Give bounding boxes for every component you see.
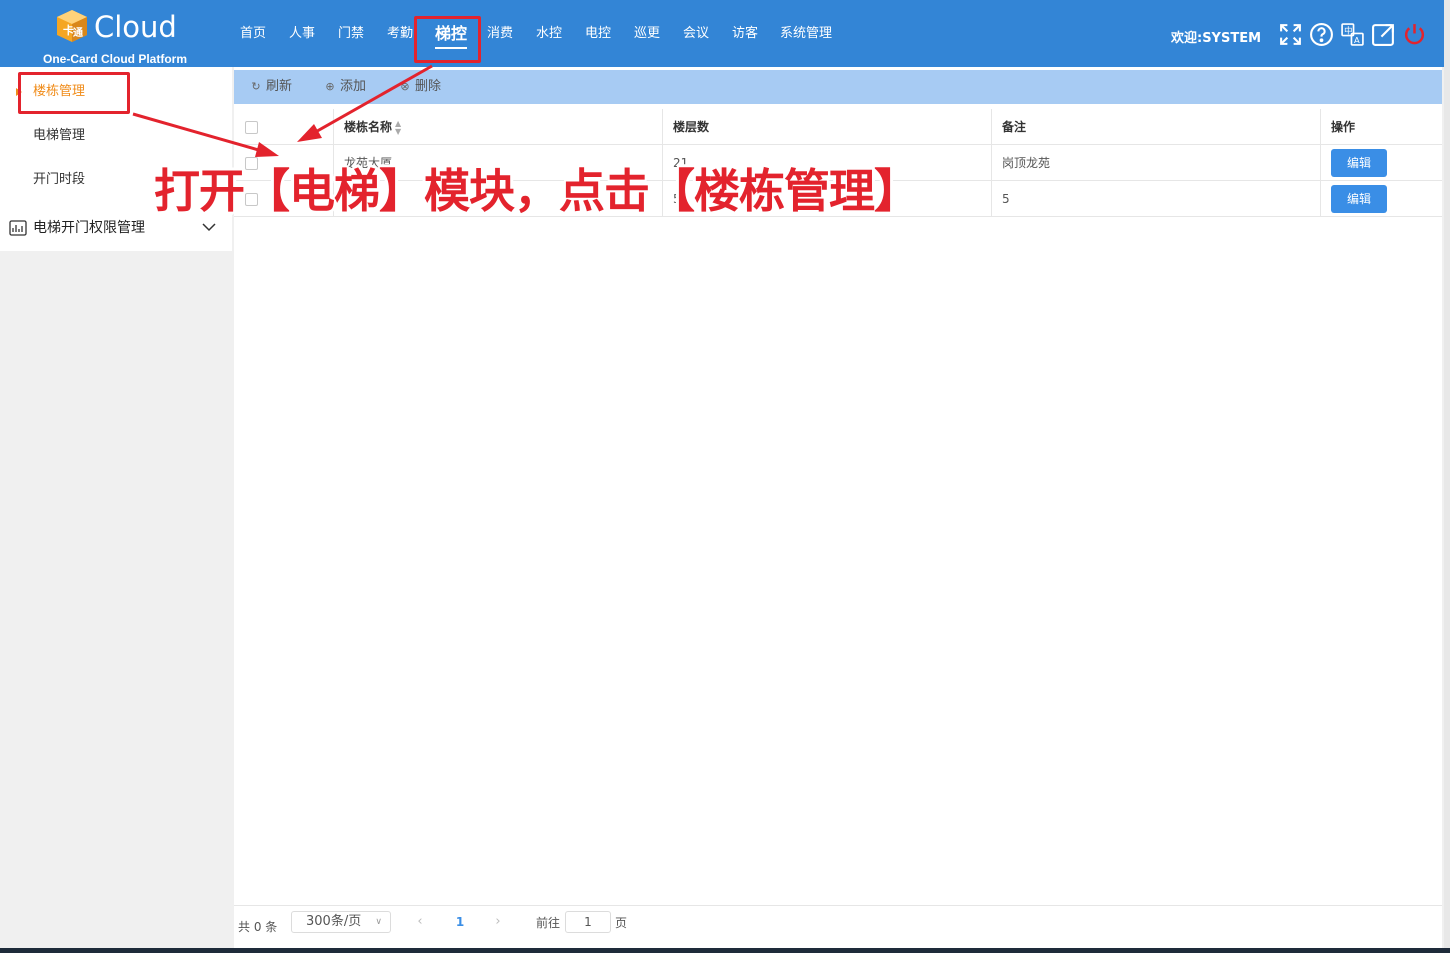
select-all-checkbox[interactable]	[245, 121, 258, 134]
nav-consumption[interactable]: 消费	[487, 16, 513, 56]
top-header: 卡 通 Cloud One-Card Cloud Platform 首页 人事 …	[0, 0, 1444, 67]
delete-label: 删除	[415, 79, 442, 94]
page-size-select[interactable]: 300条/页 ∨	[291, 911, 391, 933]
svg-text:通: 通	[73, 27, 83, 39]
page-number[interactable]: 1	[450, 911, 470, 933]
page-suffix: 页	[615, 916, 628, 930]
sidebar-group-label: 电梯开门权限管理	[33, 220, 145, 236]
translate-icon[interactable]: 中 A	[1340, 22, 1365, 47]
goto-page-input[interactable]	[565, 911, 611, 933]
svg-text:中: 中	[1344, 25, 1352, 35]
fullscreen-icon[interactable]	[1278, 22, 1303, 47]
delete-button[interactable]: ⊗ 删除	[399, 70, 441, 104]
refresh-label: 刷新	[266, 79, 293, 94]
pagination-total: 共 0 条	[238, 920, 278, 934]
table-header-row: 楼栋名称 ▲ ▼ 楼层数 备注 操作	[234, 109, 1442, 145]
sidebar-item-elevator-management[interactable]: 电梯管理	[0, 116, 232, 156]
toolbar: ↻ 刷新 ⊕ 添加 ⊗ 删除	[234, 70, 1442, 104]
edit-button[interactable]: 编辑	[1331, 185, 1387, 213]
next-page-button[interactable]: ›	[488, 911, 508, 933]
nav-visitor[interactable]: 访客	[732, 16, 758, 56]
sidebar-item-label: 电梯管理	[33, 128, 86, 143]
refresh-icon: ↻	[251, 80, 261, 93]
os-taskbar	[0, 948, 1450, 953]
page-size-value: 300条/页	[306, 914, 362, 929]
logo-text: Cloud	[94, 10, 177, 44]
prev-page-button[interactable]: ‹	[410, 911, 430, 933]
cell-remark: 岗顶龙苑	[992, 145, 1321, 181]
refresh-button[interactable]: ↻ 刷新	[250, 70, 292, 104]
nav-system-management[interactable]: 系统管理	[780, 16, 832, 56]
goto-label: 前往	[536, 916, 561, 930]
plus-circle-icon: ⊕	[325, 80, 335, 93]
delete-circle-icon: ⊗	[400, 80, 410, 93]
chart-icon	[9, 220, 27, 236]
column-header-action: 操作	[1331, 120, 1356, 134]
help-icon[interactable]	[1309, 22, 1334, 47]
column-header-building-name[interactable]: 楼栋名称 ▲ ▼	[334, 109, 663, 145]
nav-water-control[interactable]: 水控	[536, 16, 562, 56]
logo-icon: 卡 通	[57, 10, 87, 42]
nav-access-control[interactable]: 门禁	[338, 16, 364, 56]
power-icon[interactable]	[1402, 22, 1427, 47]
logo: 卡 通 Cloud One-Card Cloud Platform	[40, 6, 195, 66]
nav-patrol[interactable]: 巡更	[634, 16, 660, 56]
column-header-floors: 楼层数	[663, 109, 992, 145]
external-link-icon[interactable]	[1371, 22, 1396, 47]
welcome-user: 欢迎:SYSTEM	[1171, 31, 1262, 46]
svg-text:A: A	[1354, 35, 1360, 45]
nav-attendance[interactable]: 考勤	[387, 16, 413, 56]
cell-remark: 5	[992, 181, 1321, 217]
chevron-down-icon[interactable]	[202, 222, 216, 232]
nav-meeting[interactable]: 会议	[683, 16, 709, 56]
select-all-cell	[234, 109, 334, 145]
sidebar-item-label: 开门时段	[33, 172, 86, 187]
column-header-remark: 备注	[992, 109, 1321, 145]
nav-personnel[interactable]: 人事	[289, 16, 315, 56]
add-label: 添加	[340, 79, 367, 94]
sort-icon[interactable]: ▲ ▼	[395, 119, 401, 136]
nav-power-control[interactable]: 电控	[585, 16, 611, 56]
window-scrollbar[interactable]	[1444, 0, 1450, 953]
highlight-building-management	[18, 72, 130, 114]
instruction-callout: 打开【电梯】模块，点击【楼栋管理】	[154, 164, 920, 218]
app-window: 卡 通 Cloud One-Card Cloud Platform 首页 人事 …	[0, 0, 1450, 953]
chevron-down-icon: ∨	[375, 917, 382, 927]
pagination: 共 0 条 300条/页 ∨ ‹ 1 › 前往 页	[234, 905, 1442, 953]
highlight-nav-elevator	[414, 16, 481, 63]
logo-subtitle: One-Card Cloud Platform	[43, 52, 188, 66]
add-button[interactable]: ⊕ 添加	[324, 70, 366, 104]
nav-home[interactable]: 首页	[240, 16, 266, 56]
edit-button[interactable]: 编辑	[1331, 149, 1387, 177]
column-label: 楼栋名称	[344, 120, 393, 134]
